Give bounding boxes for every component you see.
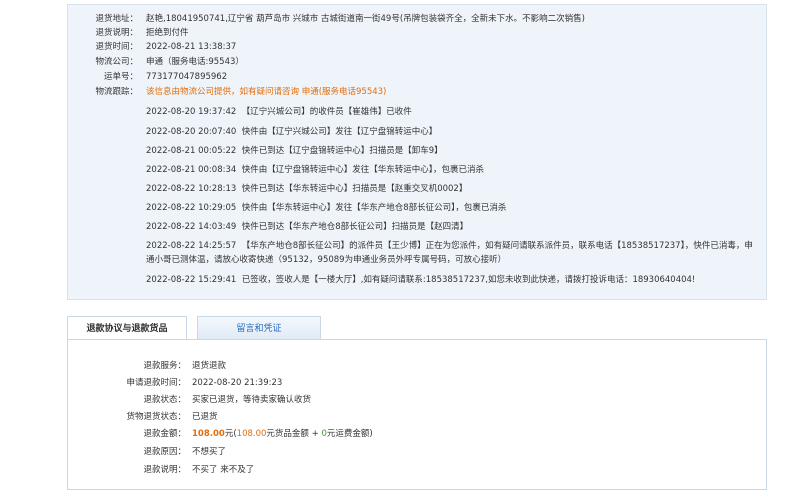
tracking-value: 773177047895962 [146, 72, 228, 82]
carrier-label: 物流公司： [95, 57, 138, 67]
refund-amount-total: 108.00 [192, 429, 225, 439]
return-info-panel: 退货地址： 赵艳,18041950741,辽宁省 葫芦岛市 兴城市 古城街道南一… [67, 4, 767, 300]
refund-status-label: 退款状态： [143, 395, 186, 405]
event-time: 2022-08-22 10:29:05 [146, 203, 237, 213]
event-time: 2022-08-22 14:25:57 [146, 241, 237, 251]
event-text: 【华东产地仓8部长征公司】的派件员【王少博】正在为您派件，如有疑问请联系派件员，… [146, 241, 753, 265]
tracking-event: 2022-08-20 19:37:42 【辽宁兴城公司】的收件员【崔雄伟】已收件 [146, 105, 756, 119]
tracking-event: 2022-08-22 15:29:41 已签收，签收人是【一楼大厅】,如有疑问请… [146, 273, 756, 287]
tab-refund-agreement[interactable]: 退款协议与退款货品 [67, 316, 187, 341]
address-label: 退货地址： [95, 14, 138, 24]
event-text: 【辽宁兴城公司】的收件员【崔雄伟】已收件 [241, 107, 412, 117]
event-time: 2022-08-21 00:05:22 [146, 146, 237, 156]
event-time: 2022-08-22 10:28:13 [146, 184, 237, 194]
event-text: 快件由【辽宁兴城公司】发往【辽宁盘锦转运中心】 [241, 127, 438, 137]
refund-service-label: 退款服务： [143, 361, 186, 371]
trace-label: 物流跟踪： [95, 87, 138, 97]
event-time: 2022-08-20 20:07:40 [146, 127, 237, 137]
refund-reason-value: 不想买了 [192, 447, 227, 457]
address-value: 赵艳,18041950741,辽宁省 葫芦岛市 兴城市 古城街道南一街49号(吊… [146, 14, 585, 24]
time-label: 退货时间： [95, 42, 138, 52]
apply-time-value: 2022-08-20 21:39:23 [192, 378, 283, 388]
refund-amount-goods-text: 元货品金额 + [266, 429, 322, 439]
event-text: 快件已到达【辽宁盘锦转运中心】扫描员是【卸车9】 [241, 146, 443, 156]
event-time: 2022-08-22 15:29:41 [146, 275, 237, 285]
tracking-label: 运单号： [103, 72, 138, 82]
event-text: 快件由【辽宁盘锦转运中心】发往【华东转运中心】，包裹已消杀 [241, 165, 484, 175]
tracking-event: 2022-08-22 14:03:49 快件已到达【华东产地仓8部长征公司】扫描… [146, 220, 756, 234]
carrier-value: 申通（服务电话:95543） [146, 57, 244, 67]
refund-amount-value: 108.00元(108.00元货品金额 + 0元运费金额) [192, 428, 373, 440]
tracking-event: 2022-08-22 10:29:05 快件由【华东转运中心】发往【华东产地仓8… [146, 201, 756, 215]
tracking-event: 2022-08-20 20:07:40 快件由【辽宁兴城公司】发往【辽宁盘锦转运… [146, 125, 756, 139]
refund-service-value: 退货退款 [192, 361, 227, 371]
note-value: 拒绝到付件 [146, 28, 189, 38]
tracking-event: 2022-08-22 14:25:57 【华东产地仓8部长征公司】的派件员【王少… [146, 239, 756, 267]
refund-status-value: 买家已退货，等待卖家确认收货 [192, 395, 312, 405]
refund-tabs: 退款协议与退款货品 留言和凭证 [67, 316, 767, 341]
refund-amount-paren-close: ) [369, 429, 373, 439]
goods-status-label: 货物退货状态： [126, 412, 186, 422]
event-text: 快件由【华东转运中心】发往【华东产地仓8部长征公司】，包裹已消杀 [241, 203, 507, 213]
tracking-event: 2022-08-21 00:05:22 快件已到达【辽宁盘锦转运中心】扫描员是【… [146, 144, 756, 158]
event-time: 2022-08-22 14:03:49 [146, 222, 237, 232]
refund-desc-label: 退款说明： [143, 465, 186, 475]
event-text: 已签收，签收人是【一楼大厅】,如有疑问请联系:18538517237,如您未收到… [241, 275, 696, 285]
goods-status-value: 已退货 [192, 412, 218, 422]
tracking-event: 2022-08-22 10:28:13 快件已到达【华东转运中心】扫描员是【赵重… [146, 182, 756, 196]
refund-desc-value: 不买了 来不及了 [192, 465, 255, 475]
refund-panel: 退款服务： 退货退款 申请退款时间： 2022-08-20 21:39:23 退… [67, 339, 767, 490]
event-text: 快件已到达【华东转运中心】扫描员是【赵重交叉机0002】 [241, 184, 468, 194]
event-time: 2022-08-20 19:37:42 [146, 107, 237, 117]
refund-amount-goods: 108.00 [236, 429, 267, 439]
refund-reason-label: 退款原因： [143, 447, 186, 457]
refund-amount-ship-text: 元运费金额 [326, 429, 370, 439]
trace-notice: 该信息由物流公司提供，如有疑问请咨询 申通(服务电话95543) [146, 87, 387, 97]
event-text: 快件已到达【华东产地仓8部长征公司】扫描员是【赵四清】 [241, 222, 469, 232]
apply-time-label: 申请退款时间： [126, 378, 186, 388]
tracking-event: 2022-08-21 00:08:34 快件由【辽宁盘锦转运中心】发往【华东转运… [146, 163, 756, 177]
note-label: 退货说明： [95, 28, 138, 38]
event-time: 2022-08-21 00:08:34 [146, 165, 237, 175]
refund-amount-label: 退款金额： [143, 429, 186, 439]
tab-messages-evidence[interactable]: 留言和凭证 [197, 316, 321, 340]
time-value: 2022-08-21 13:38:37 [146, 42, 237, 52]
